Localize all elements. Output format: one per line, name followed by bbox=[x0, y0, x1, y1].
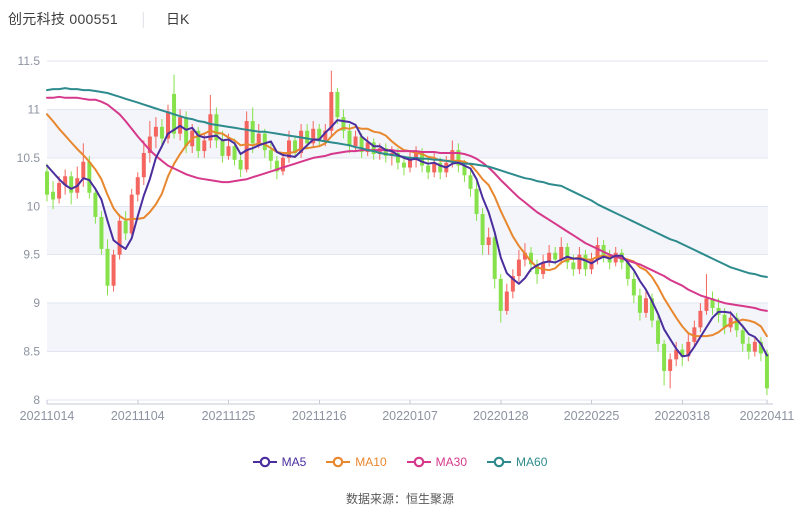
candle[interactable] bbox=[747, 344, 751, 352]
x-axis-tick-label: 20220318 bbox=[654, 409, 710, 423]
candle[interactable] bbox=[741, 330, 745, 344]
legend-label-ma60: MA60 bbox=[516, 455, 547, 469]
candle[interactable] bbox=[559, 247, 563, 260]
ma30-legend-marker-icon bbox=[407, 456, 431, 468]
legend-label-ma30: MA30 bbox=[436, 455, 467, 469]
y-axis-tick-label: 10.5 bbox=[17, 151, 41, 165]
stock-chart-app: 创元科技 000551 │ 日K 11.51110.5109.598.58202… bbox=[0, 0, 800, 517]
candle[interactable] bbox=[136, 177, 140, 194]
candle[interactable] bbox=[227, 146, 231, 156]
y-axis-tick-label: 11.5 bbox=[18, 54, 41, 68]
candle[interactable] bbox=[130, 195, 134, 234]
candle[interactable] bbox=[632, 279, 636, 295]
price-bands bbox=[47, 109, 768, 351]
y-axis-tick-label: 10 bbox=[27, 199, 41, 213]
y-axis-tick-label: 9 bbox=[33, 296, 40, 310]
candle[interactable] bbox=[668, 359, 672, 371]
candle[interactable] bbox=[220, 140, 224, 155]
ma5-legend-marker-icon bbox=[253, 456, 277, 468]
data-source-note: 数据来源：恒生聚源 bbox=[0, 490, 800, 507]
legend-label-ma10: MA10 bbox=[355, 455, 386, 469]
candle[interactable] bbox=[704, 298, 708, 311]
candle[interactable] bbox=[571, 262, 575, 269]
candle[interactable] bbox=[469, 175, 473, 189]
kline-chart[interactable]: 11.51110.5109.598.5820211014202111042021… bbox=[0, 0, 800, 440]
candle[interactable] bbox=[51, 192, 55, 200]
candle[interactable] bbox=[408, 160, 412, 168]
legend-item-ma5[interactable]: MA5 bbox=[253, 455, 307, 469]
candle[interactable] bbox=[644, 298, 648, 313]
candle[interactable] bbox=[638, 295, 642, 312]
candle[interactable] bbox=[426, 166, 430, 173]
legend-item-ma60[interactable]: MA60 bbox=[487, 455, 547, 469]
candle[interactable] bbox=[305, 131, 309, 144]
x-axis-tick-label: 20211014 bbox=[20, 409, 75, 423]
candle[interactable] bbox=[348, 131, 352, 146]
candle[interactable] bbox=[553, 253, 557, 260]
candle[interactable] bbox=[57, 183, 61, 198]
candle[interactable] bbox=[233, 146, 237, 160]
candle[interactable] bbox=[202, 140, 206, 151]
candle[interactable] bbox=[160, 127, 164, 139]
candle[interactable] bbox=[124, 221, 128, 234]
candle[interactable] bbox=[505, 292, 509, 311]
candle[interactable] bbox=[354, 137, 358, 147]
candle[interactable] bbox=[99, 217, 103, 249]
x-axis-tick-label: 20220128 bbox=[473, 409, 529, 423]
candle[interactable] bbox=[184, 117, 188, 146]
x-axis-tick-label: 20220411 bbox=[740, 409, 795, 423]
candle[interactable] bbox=[251, 121, 255, 143]
candle[interactable] bbox=[698, 311, 702, 327]
y-axis-tick-label: 8.5 bbox=[23, 345, 40, 359]
x-axis-tick-label: 20211104 bbox=[111, 409, 165, 423]
candle[interactable] bbox=[142, 153, 146, 177]
x-axis-tick-label: 20211125 bbox=[202, 409, 256, 423]
candle[interactable] bbox=[87, 162, 91, 193]
candle[interactable] bbox=[487, 237, 491, 245]
candle[interactable] bbox=[257, 134, 261, 144]
candle[interactable] bbox=[656, 321, 660, 344]
band bbox=[47, 206, 768, 254]
candle[interactable] bbox=[81, 162, 85, 178]
y-axis-tick-label: 8 bbox=[33, 393, 40, 407]
x-axis-tick-label: 20211216 bbox=[292, 409, 347, 423]
candle[interactable] bbox=[93, 193, 97, 217]
candle[interactable] bbox=[281, 158, 285, 172]
y-axis-tick-label: 9.5 bbox=[23, 248, 40, 262]
candle[interactable] bbox=[106, 249, 110, 286]
chart-legend: MA5 MA10 MA30 MA60 bbox=[0, 455, 800, 469]
x-axis-tick-label: 20220225 bbox=[564, 409, 620, 423]
ma10-legend-marker-icon bbox=[326, 456, 350, 468]
candle[interactable] bbox=[335, 92, 339, 117]
candle[interactable] bbox=[481, 214, 485, 245]
candle[interactable] bbox=[118, 221, 122, 255]
candle[interactable] bbox=[765, 354, 769, 389]
y-axis-tick-label: 11 bbox=[28, 102, 41, 116]
candle[interactable] bbox=[662, 344, 666, 371]
legend-label-ma5: MA5 bbox=[282, 455, 307, 469]
candle[interactable] bbox=[269, 150, 273, 161]
candle[interactable] bbox=[69, 176, 73, 192]
candle[interactable] bbox=[239, 160, 243, 170]
candle[interactable] bbox=[402, 163, 406, 168]
candle[interactable] bbox=[45, 171, 49, 194]
candle[interactable] bbox=[517, 260, 521, 276]
candle[interactable] bbox=[499, 279, 503, 311]
ma60-legend-marker-icon bbox=[487, 456, 511, 468]
legend-item-ma10[interactable]: MA10 bbox=[326, 455, 386, 469]
candle[interactable] bbox=[154, 127, 158, 137]
x-axis-tick-label: 20220107 bbox=[382, 409, 438, 423]
y-axis-labels: 11.5 11 10.5 10 9.5 9 8.5 8 bbox=[17, 54, 41, 407]
candle[interactable] bbox=[753, 342, 757, 352]
candle[interactable] bbox=[112, 255, 116, 286]
candle[interactable] bbox=[493, 237, 497, 279]
x-axis: 20211014 20211104 20211125 20211216 20220107… bbox=[20, 400, 795, 423]
legend-item-ma30[interactable]: MA30 bbox=[407, 455, 467, 469]
candle[interactable] bbox=[475, 189, 479, 214]
